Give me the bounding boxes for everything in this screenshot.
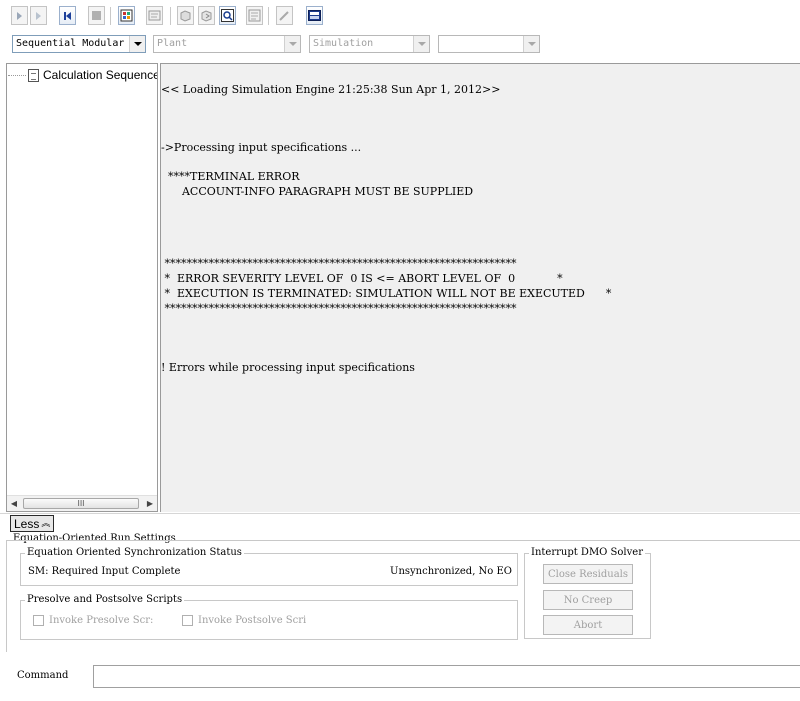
scroll-thumb[interactable]: III	[23, 498, 139, 509]
check-status-button[interactable]	[177, 6, 194, 25]
mode-select[interactable]: Simulation	[309, 35, 430, 53]
view-report-button[interactable]	[219, 6, 236, 25]
invoke-postsolve-checkbox[interactable]: Invoke Postsolve Scri	[182, 615, 306, 626]
scroll-left-icon[interactable]: ◀	[7, 496, 21, 511]
output-line: ! Errors while processing input specific…	[161, 361, 415, 374]
no-creep-button[interactable]: No Creep	[543, 590, 633, 610]
sync-state-text: Unsynchronized, No EO	[390, 566, 512, 577]
toolbar	[0, 0, 800, 33]
invoke-presolve-label: Invoke Presolve Scr:	[49, 615, 154, 626]
edit-button[interactable]	[276, 6, 293, 25]
model-library-icon	[248, 9, 261, 22]
command-input[interactable]	[93, 665, 800, 688]
close-residuals-button[interactable]: Close Residuals	[543, 564, 633, 584]
output-line: * EXECUTION IS TERMINATED: SIMULATION WI…	[161, 287, 612, 300]
plant-value: Plant	[157, 38, 188, 49]
less-button-label: Less	[14, 516, 40, 531]
chevron-down-icon[interactable]	[129, 36, 145, 52]
output-line: ****************************************…	[161, 302, 517, 315]
export-button[interactable]	[198, 6, 215, 25]
chevron-down-icon[interactable]	[284, 36, 300, 52]
model-library-button[interactable]	[246, 6, 263, 25]
next-button[interactable]	[11, 6, 28, 25]
run-button[interactable]	[30, 6, 47, 25]
invoke-presolve-checkbox[interactable]: Invoke Presolve Scr:	[33, 615, 153, 626]
equation-oriented-button[interactable]	[306, 6, 323, 25]
stop-icon	[92, 11, 101, 20]
sync-status-group: Equation Oriented Synchronization Status…	[20, 547, 518, 586]
mode-value: Simulation	[313, 38, 374, 49]
sync-status-title: Equation Oriented Synchronization Status	[25, 547, 244, 558]
step-first-icon	[64, 11, 71, 20]
output-line: ->Processing input specifications ...	[161, 141, 362, 154]
solution-strategy-value: Sequential Modular	[16, 38, 125, 49]
interrupt-solver-title: Interrupt DMO Solver	[529, 547, 645, 558]
simulation-output: << Loading Simulation Engine 21:25:38 Su…	[160, 63, 800, 512]
tree-item-label: Calculation Sequence	[43, 68, 158, 82]
command-label: Command	[17, 670, 69, 681]
sync-status-text: SM: Required Input Complete	[28, 566, 181, 577]
solution-strategy-select[interactable]: Sequential Modular	[12, 35, 146, 53]
scripts-group: Presolve and Postsolve Scripts Invoke Pr…	[20, 594, 518, 640]
export-icon	[201, 10, 212, 22]
magnifier-icon	[221, 9, 234, 22]
reinitialize-button[interactable]	[59, 6, 76, 25]
control-panel-button[interactable]	[118, 6, 135, 25]
play-icon	[36, 11, 41, 20]
interrupt-solver-group: Interrupt DMO Solver Close Residuals No …	[524, 547, 651, 639]
chevron-down-icon[interactable]	[413, 36, 429, 52]
abort-button[interactable]: Abort	[543, 615, 633, 635]
extra-select[interactable]	[438, 35, 540, 53]
results-icon	[148, 10, 161, 21]
double-chevron-up-icon: ︽	[41, 518, 51, 528]
play-next-icon	[17, 11, 22, 20]
chevron-down-icon[interactable]	[523, 36, 539, 52]
output-line: * ERROR SEVERITY LEVEL OF 0 IS <= ABORT …	[161, 272, 563, 285]
output-line: << Loading Simulation Engine 21:25:38 Su…	[161, 83, 501, 96]
less-button[interactable]: Less ︽	[10, 515, 55, 532]
scripts-title: Presolve and Postsolve Scripts	[25, 594, 185, 605]
plant-select[interactable]: Plant	[153, 35, 301, 53]
output-line: ****************************************…	[161, 257, 517, 270]
tree-item-calculation-sequence[interactable]: Calculation Sequence	[7, 67, 158, 83]
eo-icon	[308, 10, 321, 21]
check-status-icon	[180, 10, 191, 22]
results-button[interactable]	[146, 6, 163, 25]
navigation-tree: Calculation Sequence ◀ III ▶	[6, 63, 158, 512]
stop-button[interactable]	[88, 6, 105, 25]
output-line: ACCOUNT-INFO PARAGRAPH MUST BE SUPPLIED	[161, 185, 474, 198]
control-panel-icon	[120, 9, 133, 22]
edit-icon	[279, 11, 289, 21]
scroll-right-icon[interactable]: ▶	[143, 496, 157, 511]
invoke-postsolve-label: Invoke Postsolve Scri	[198, 615, 307, 626]
document-icon	[28, 68, 39, 82]
output-line: ****TERMINAL ERROR	[161, 170, 300, 183]
horizontal-scrollbar[interactable]: ◀ III ▶	[7, 495, 157, 511]
